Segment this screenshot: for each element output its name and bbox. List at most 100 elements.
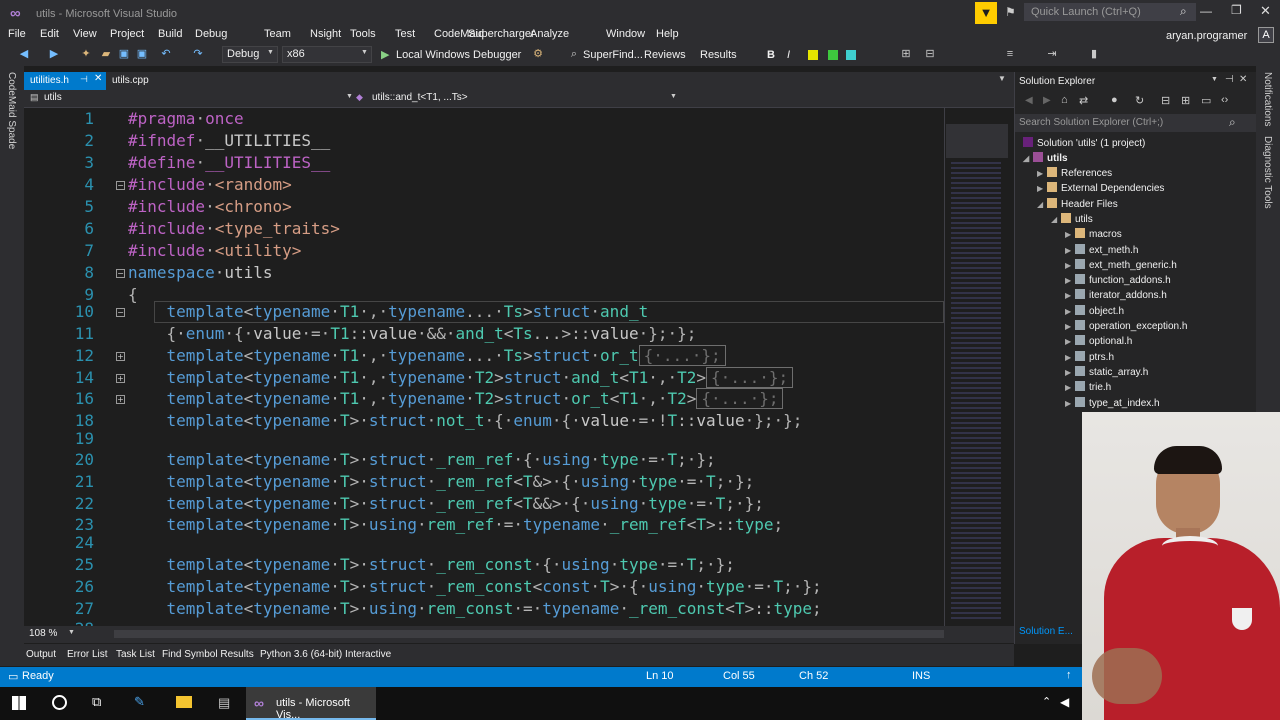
italic-button[interactable]: I — [787, 49, 790, 61]
solution-tree-item[interactable]: ▶ type_at_index.h — [1065, 396, 1160, 411]
collapsed-region[interactable]: {·...·}; — [638, 345, 726, 366]
solution-tree-item[interactable]: ▶ trie.h — [1065, 380, 1111, 395]
vertical-scrollbar-minimap[interactable] — [944, 108, 1008, 626]
bookmark-icon[interactable]: ▮ — [1088, 48, 1100, 60]
solution-tree-item[interactable]: ▶ ext_meth_generic.h — [1065, 258, 1177, 273]
grid-icon[interactable]: ⊟ — [924, 48, 936, 60]
solution-tree-item[interactable]: ▶ macros — [1065, 227, 1122, 242]
solution-tree-item[interactable]: ▶ object.h — [1065, 304, 1124, 319]
run-icon[interactable]: ▶ — [381, 48, 389, 61]
code-line[interactable]: 1 #pragma·once — [24, 108, 1014, 130]
diagnostic-tools-tab[interactable]: Diagnostic Tools — [1262, 136, 1273, 209]
indent-icon[interactable]: ⇥ — [1046, 48, 1058, 60]
results-button[interactable]: Results — [700, 49, 737, 61]
code-line[interactable]: 19 — [24, 428, 1014, 450]
solution-tree-item[interactable]: ▶ optional.h — [1065, 334, 1132, 349]
menu-codemaid[interactable]: Supercharger — [468, 28, 535, 40]
tab-error-list[interactable]: Error List — [67, 649, 108, 660]
quick-launch-input[interactable]: Quick Launch (Ctrl+Q) ⌕ — [1024, 3, 1196, 21]
forward-icon[interactable]: ▶ — [48, 48, 60, 60]
code-line[interactable]: 21 template<typename·T>·struct·_rem_ref<… — [24, 471, 1014, 493]
bold-button[interactable]: B — [767, 49, 775, 61]
close-tab-icon[interactable]: ✕ — [94, 73, 102, 84]
solution-tree-item[interactable]: ▶ function_addons.h — [1065, 273, 1171, 288]
redo-icon[interactable]: ↷ — [192, 48, 204, 60]
layout-icon[interactable]: ⊞ — [900, 48, 912, 60]
menu-view[interactable]: View — [73, 28, 97, 40]
code-line[interactable]: 11 {·enum·{·value·=·T1::value·&&·and_t<T… — [24, 323, 1014, 345]
expand-arrow-icon[interactable]: ▶ — [1065, 380, 1075, 395]
platform-dropdown[interactable]: x86 ▼ — [282, 46, 372, 63]
menu-debug[interactable]: Team — [264, 28, 291, 40]
project-node[interactable]: ◢ utils — [1023, 151, 1068, 166]
tab-output[interactable]: Output — [26, 649, 56, 660]
code-icon[interactable]: ‹› — [1221, 94, 1228, 106]
home-icon[interactable]: ⌂ — [1061, 94, 1068, 106]
fold-toggle-icon[interactable]: − — [116, 269, 125, 278]
windows-start-icon[interactable] — [12, 696, 26, 710]
cortana-icon[interactable] — [52, 695, 67, 710]
superfind-button[interactable]: SuperFind... — [583, 49, 643, 61]
code-line[interactable]: 10 template<typename·T1·,·typename...·Ts… — [24, 301, 1014, 323]
highlight-cyan-icon[interactable] — [846, 50, 856, 60]
expand-arrow-icon[interactable]: ▶ — [1037, 166, 1047, 181]
filter-icon[interactable]: ▼ — [975, 2, 997, 24]
expand-arrow-icon[interactable]: ▶ — [1065, 319, 1075, 334]
file-explorer-icon[interactable] — [176, 696, 192, 708]
code-line[interactable]: 16 template<typename·T1·,·typename·T2>st… — [24, 388, 1014, 410]
tab-overflow-icon[interactable]: ▼ — [998, 74, 1006, 83]
code-line[interactable]: 27 template<typename·T>·using·rem_const·… — [24, 598, 1014, 620]
solution-tree-item[interactable]: ▶ References — [1037, 166, 1112, 181]
history-icon[interactable]: ↻ — [1135, 94, 1144, 107]
fold-toggle-icon[interactable]: + — [116, 374, 125, 383]
align-icon[interactable]: ≡ — [1004, 48, 1016, 60]
task-view-icon[interactable]: ⧉ — [92, 694, 101, 710]
menu-edit[interactable]: Edit — [40, 28, 59, 40]
scope-dropdown[interactable]: ▤ utils ▼ — [28, 91, 358, 107]
solution-tree-item[interactable]: ▶ ext_meth.h — [1065, 243, 1138, 258]
menu-file[interactable]: File — [8, 28, 26, 40]
back-icon[interactable]: ◀ — [18, 48, 30, 60]
feedback-icon[interactable]: ⚑ — [1005, 5, 1016, 19]
menu-supercharger[interactable]: Analyze — [530, 28, 569, 40]
open-icon[interactable]: ▰ — [100, 48, 112, 60]
fold-toggle-icon[interactable]: − — [116, 181, 125, 190]
notifications-tab[interactable]: Notifications — [1262, 72, 1273, 126]
expand-arrow-icon[interactable]: ◢ — [1023, 151, 1033, 166]
expand-arrow-icon[interactable]: ◢ — [1051, 212, 1061, 227]
tab-utilities-h[interactable]: utilities.h ⊣ ✕ — [24, 72, 106, 90]
codemaid-spade-tab[interactable]: CodeMaid Spade — [6, 72, 17, 149]
save-all-icon[interactable]: ▣ — [136, 48, 148, 60]
solution-tree-item[interactable]: ▶ static_array.h — [1065, 365, 1148, 380]
expand-arrow-icon[interactable]: ▶ — [1065, 227, 1075, 242]
expand-arrow-icon[interactable]: ▶ — [1037, 181, 1047, 196]
expand-arrow-icon[interactable]: ▶ — [1065, 334, 1075, 349]
attach-icon[interactable]: ⚙ — [532, 48, 544, 60]
tab-utils-cpp[interactable]: utils.cpp — [108, 72, 178, 90]
collapsed-region[interactable]: {·...·}; — [696, 388, 784, 409]
code-editor[interactable]: 1 #pragma·once 2 #ifndef·__UTILITIES__ 3 #def… — [24, 108, 1014, 626]
highlight-green-icon[interactable] — [828, 50, 838, 60]
undo-icon[interactable]: ↶ — [160, 48, 172, 60]
horizontal-scrollbar[interactable] — [114, 630, 944, 638]
code-line[interactable]: 28 — [24, 618, 1014, 626]
zoom-level[interactable]: 108 % — [29, 628, 57, 639]
menu-window[interactable]: Help — [656, 28, 679, 40]
run-debugger-button[interactable]: Local Windows Debugger — [396, 49, 521, 61]
code-line[interactable]: 3 #define·__UTILITIES__ — [24, 152, 1014, 174]
pin-icon[interactable]: ⊣ — [1225, 74, 1234, 85]
collapsed-region[interactable]: {·...·}; — [706, 367, 794, 388]
pin-icon[interactable]: ⊣ — [80, 74, 88, 85]
reviews-button[interactable]: Reviews — [644, 49, 686, 61]
code-line[interactable]: 6 #include·<type_traits> — [24, 218, 1014, 240]
code-line[interactable]: 7 #include·<utility> — [24, 240, 1014, 262]
code-line[interactable]: 5 #include·<chrono> — [24, 196, 1014, 218]
configuration-dropdown[interactable]: Debug ▼ — [222, 46, 278, 63]
user-avatar[interactable]: A — [1258, 27, 1274, 43]
tab-find-symbol-results[interactable]: Find Symbol Results — [162, 649, 254, 660]
solution-search-input[interactable]: Search Solution Explorer (Ctrl+;) ⌕ — [1015, 114, 1256, 132]
menu-build[interactable]: Build — [158, 28, 182, 40]
code-line[interactable]: 8 namespace·utils − — [24, 262, 1014, 284]
solution-tree-item[interactable]: ◢ Header Files — [1037, 197, 1118, 212]
expand-arrow-icon[interactable]: ▶ — [1065, 365, 1075, 380]
